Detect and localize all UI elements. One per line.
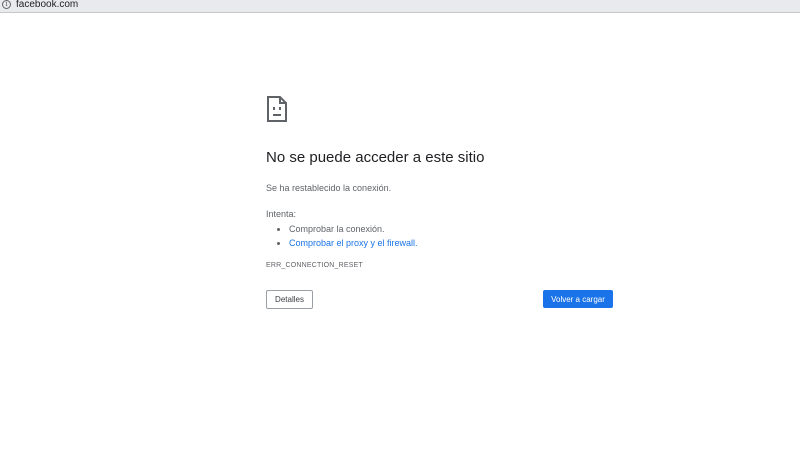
error-code: ERR_CONNECTION_RESET (266, 262, 363, 269)
suggestion-check-proxy-link[interactable]: Comprobar el proxy y el firewall. (289, 238, 418, 248)
suggestions-title: Intenta: (266, 209, 297, 219)
error-content: No se puede acceder a este sitio Se ha r… (266, 96, 613, 271)
sad-page-icon (267, 96, 287, 122)
button-row: Detalles Volver a cargar (266, 290, 613, 309)
suggestion-item: Comprobar la conexión. (289, 222, 613, 236)
page-title: No se puede acceder a este sitio (266, 149, 485, 166)
info-icon[interactable]: i (2, 0, 11, 9)
url-text[interactable]: facebook.com (16, 0, 78, 10)
details-button[interactable]: Detalles (266, 290, 313, 309)
suggestion-check-connection: Comprobar la conexión. (289, 224, 385, 234)
suggestion-item[interactable]: Comprobar el proxy y el firewall. (289, 236, 613, 250)
address-bar[interactable]: i facebook.com (0, 0, 800, 13)
error-summary: Se ha restablecido la conexión. (266, 183, 392, 193)
reload-button[interactable]: Volver a cargar (543, 290, 613, 308)
suggestions-list: Comprobar la conexión. Comprobar el prox… (266, 222, 613, 250)
